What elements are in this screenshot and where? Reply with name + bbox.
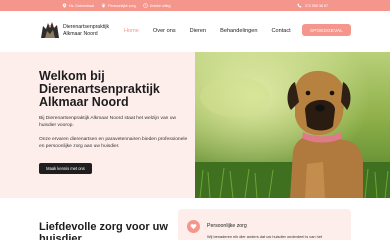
nav-behandelingen[interactable]: Behandelingen: [220, 28, 257, 34]
brand-name[interactable]: Dierenartsenpraktijk Alkmaar Noord: [63, 24, 109, 38]
clinic-logo[interactable]: [39, 19, 61, 41]
topbar-specialty: Persoonlijke zorg: [101, 3, 136, 8]
top-info-bar: Hs. Dobrestraat Persoonlijke zorg Unieke…: [0, 0, 390, 11]
personal-care-card: Persoonlijke zorg Wij benaderen elk dier…: [178, 209, 351, 240]
topbar-location-text: Hs. Dobrestraat: [69, 3, 95, 8]
hero-section: Welkom bij Dierenartsenpraktijk Alkmaar …: [0, 52, 390, 198]
hero-text-panel: Welkom bij Dierenartsenpraktijk Alkmaar …: [0, 52, 195, 198]
topbar-hours: Unieke uitleg: [143, 3, 171, 8]
topbar-specialty-text: Persoonlijke zorg: [108, 3, 136, 8]
nav-home[interactable]: Home: [124, 28, 139, 34]
hero-title: Welkom bij Dierenartsenpraktijk Alkmaar …: [39, 69, 160, 109]
brand-line2: Alkmaar Noord: [63, 31, 98, 37]
heart-icon: [187, 220, 200, 233]
brand-line1: Dierenartsenpraktijk: [63, 24, 110, 30]
paw-icon: [101, 3, 106, 8]
phone-icon: [297, 3, 302, 8]
care-section: Liefdevolle zorg voor uw huisdier Persoo…: [0, 198, 390, 240]
topbar-location: Hs. Dobrestraat: [62, 3, 94, 8]
site-header: Dierenartsenpraktijk Alkmaar Noord Home …: [0, 11, 390, 52]
topbar-phone[interactable]: 072 555 38 67: [297, 3, 328, 8]
emergency-button[interactable]: SPOEDGEVAL: [302, 24, 351, 36]
hero-team-text: Onze ervaren dierenartsen en paravetenna…: [39, 137, 188, 149]
top-info-left: Hs. Dobrestraat Persoonlijke zorg Unieke…: [62, 3, 171, 8]
nav-contact[interactable]: Contact: [271, 28, 290, 34]
card-text: Wij benaderen elk dier anders dat uw hui…: [207, 234, 323, 239]
nav-dieren[interactable]: Dieren: [190, 28, 206, 34]
dog-photo-illustration: [195, 52, 390, 198]
hero-dog-image: [195, 52, 390, 198]
hero-intro-text: Bij Dierenartsenpraktijk Alkmaar Noord s…: [39, 116, 176, 128]
card-title: Persoonlijke zorg: [207, 223, 247, 229]
location-pin-icon: [62, 3, 67, 8]
nav-over-ons[interactable]: Over ons: [153, 28, 176, 34]
clock-icon: [143, 3, 148, 8]
meet-us-button[interactable]: Maak kennis met ons: [39, 163, 92, 174]
topbar-phone-text: 072 555 38 67: [305, 3, 328, 8]
topbar-hours-text: Unieke uitleg: [149, 3, 171, 8]
main-nav: Home Over ons Dieren Behandelingen Conta…: [124, 28, 305, 34]
care-section-title: Liefdevolle zorg voor uw huisdier: [39, 221, 168, 240]
